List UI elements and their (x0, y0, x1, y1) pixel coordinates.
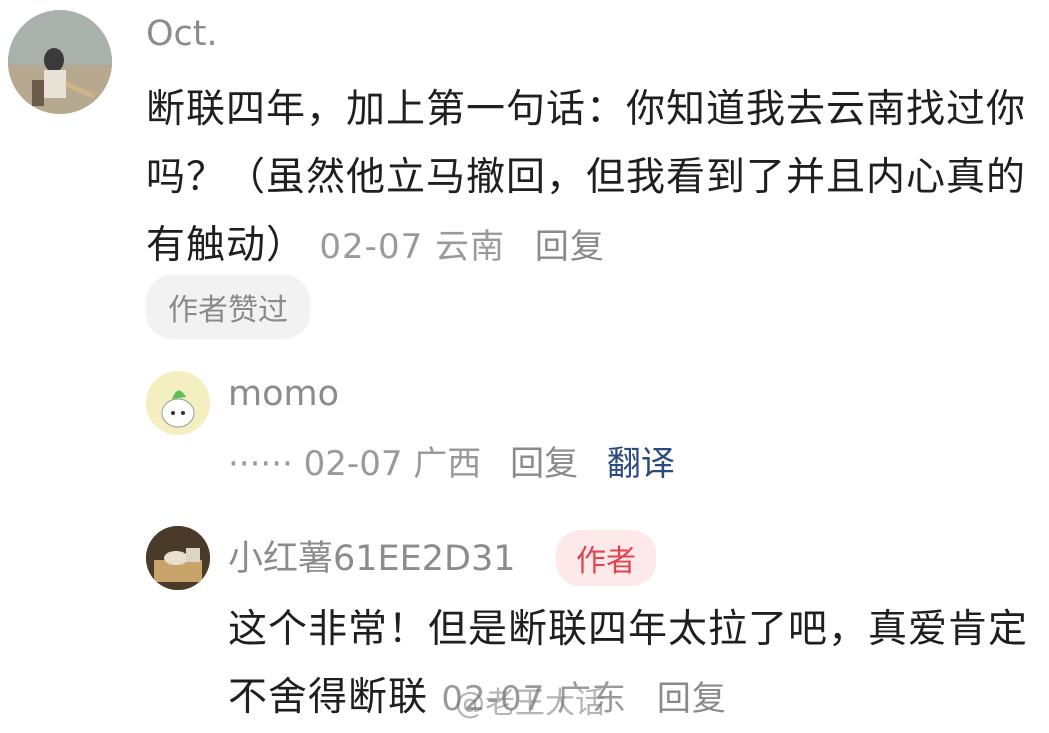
comment-text: 断联四年，加上第一句话：你知道我去云南找过你吗？（虽然他立马撤回，但我看到了并且… (146, 76, 1041, 281)
reply-text: 这个非常！但是断联四年太拉了吧，真爱肯定不舍得断联 02-07 广东 回复 (228, 596, 1028, 733)
reply-button[interactable]: 回复 (510, 444, 578, 484)
comment-meta: 02-07 云南 回复 (319, 227, 604, 267)
avatar-photo-icon (146, 526, 210, 590)
translate-button[interactable]: 翻译 (607, 444, 675, 484)
comment-location: 云南 (435, 227, 506, 267)
reply-location: 广西 (413, 444, 482, 484)
avatar[interactable] (146, 526, 210, 590)
reply-body: ······ (228, 444, 293, 484)
reply-button[interactable]: 回复 (535, 227, 605, 267)
reply-username[interactable]: 小红薯61EE2D31 (228, 530, 516, 581)
comment-date: 02-07 (319, 227, 424, 267)
avatar[interactable] (146, 371, 210, 435)
reply-line: ······ 02-07 广西 回复 翻译 (228, 440, 675, 488)
avatar[interactable] (8, 10, 112, 114)
reply-username[interactable]: momo (228, 374, 339, 414)
reply-date: 02-07 (303, 444, 403, 484)
avatar-cartoon-icon (146, 371, 210, 435)
comment-username[interactable]: Oct. (146, 14, 218, 54)
watermark: @老王大话 (455, 686, 605, 721)
author-liked-tag: 作者赞过 (146, 275, 310, 339)
author-badge: 作者 (556, 530, 656, 586)
reply-button[interactable]: 回复 (657, 679, 727, 719)
avatar-photo-icon (8, 10, 112, 114)
